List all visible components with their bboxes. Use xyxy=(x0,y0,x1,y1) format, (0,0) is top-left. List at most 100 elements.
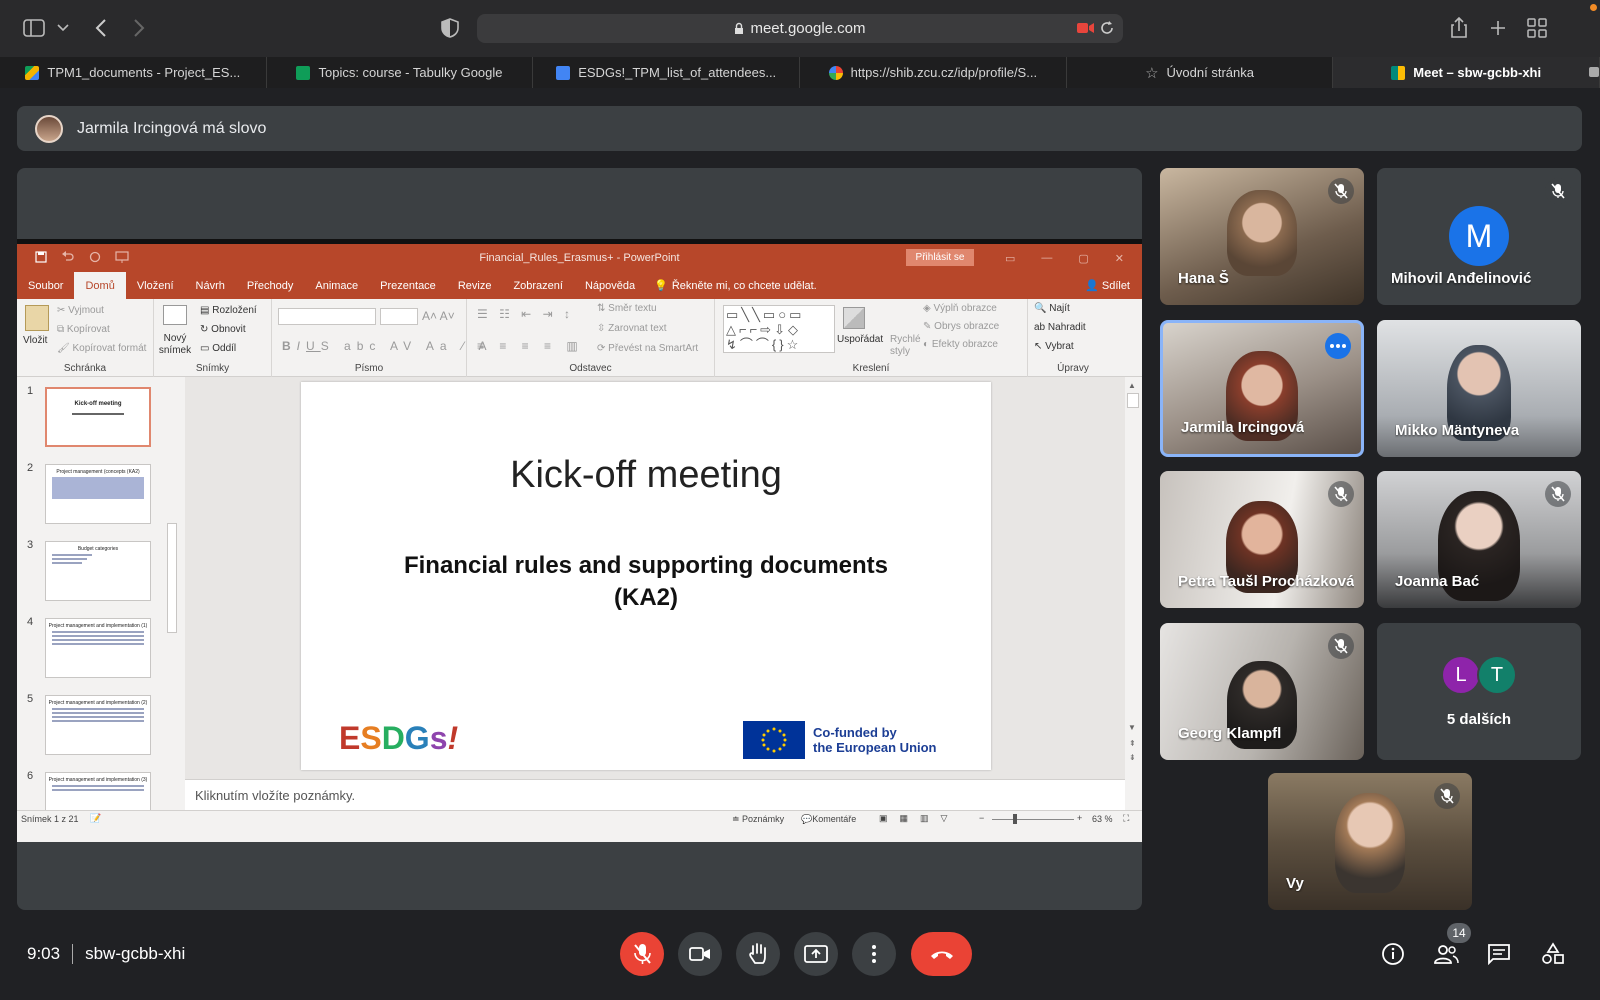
forward-icon[interactable] xyxy=(125,14,153,42)
font-grow-shrink-icon[interactable]: A˄ A˅ xyxy=(422,309,455,323)
scroll-thumb[interactable] xyxy=(1127,393,1139,408)
ribbon-tab-home[interactable]: Domů xyxy=(74,272,126,299)
toggle-camera-button[interactable] xyxy=(678,932,722,976)
smartart-button[interactable]: ⟳ Převést na SmartArt xyxy=(597,343,698,354)
comments-toggle[interactable]: 💬Komentáře xyxy=(801,814,856,825)
slide-scrollbar[interactable]: ▲ ▼ ⇞ ⇟ xyxy=(1125,377,1142,810)
signin-button[interactable]: Přihlásit se xyxy=(906,249,974,266)
others-tile[interactable]: L T 5 dalších xyxy=(1377,623,1581,760)
tab-google-sheets[interactable]: Topics: course - Tabulky Google xyxy=(267,57,534,88)
tab-shibboleth[interactable]: https://shib.zcu.cz/idp/profile/S... xyxy=(800,57,1067,88)
redo-icon[interactable] xyxy=(89,251,101,263)
tab-overview-icon[interactable] xyxy=(1523,14,1551,42)
address-bar[interactable]: meet.google.com xyxy=(477,14,1123,43)
present-screen-button[interactable] xyxy=(794,932,838,976)
zoom-out-icon[interactable]: − xyxy=(979,813,984,823)
find-button[interactable]: 🔍 Najít xyxy=(1034,303,1070,314)
toggle-microphone-button[interactable] xyxy=(620,932,664,976)
align-text-button[interactable]: ⇳ Zarovnat text xyxy=(597,323,667,334)
participant-tile-speaking[interactable]: Jarmila Ircingová xyxy=(1160,320,1364,457)
new-slide-button[interactable]: Nový snímek xyxy=(158,333,192,357)
ribbon-tab-file[interactable]: Soubor xyxy=(17,272,74,299)
ribbon-tab-transitions[interactable]: Přechody xyxy=(236,272,304,299)
layout-button[interactable]: ▤ Rozložení xyxy=(200,305,257,316)
previous-slide-icon[interactable]: ⇞ xyxy=(1129,739,1136,748)
participant-tile[interactable]: Petra Taušl Procházková xyxy=(1160,471,1364,608)
zoom-slider-thumb[interactable] xyxy=(1013,814,1017,824)
notes-toggle[interactable]: ≐ Poznámky xyxy=(732,814,784,825)
participant-tile[interactable]: Mikko Mäntyneva xyxy=(1377,320,1581,457)
zoom-in-icon[interactable]: + xyxy=(1077,813,1082,823)
zoom-slider[interactable] xyxy=(992,819,1074,820)
meeting-details-button[interactable] xyxy=(1379,940,1407,968)
shape-fill-button[interactable]: ◈ Výplň obrazce xyxy=(923,303,997,314)
privacy-shield-icon[interactable] xyxy=(436,14,464,42)
activities-button[interactable] xyxy=(1539,940,1567,968)
text-direction-button[interactable]: ⇅ Směr textu xyxy=(597,303,657,314)
tab-start-page[interactable]: ☆ Úvodní stránka xyxy=(1067,57,1334,88)
reset-button[interactable]: ↻ Obnovit xyxy=(200,324,246,335)
thumbnails-scrollbar[interactable] xyxy=(167,515,179,910)
save-icon[interactable] xyxy=(35,251,47,263)
scroll-up-icon[interactable]: ▲ xyxy=(1128,381,1136,390)
minimize-icon[interactable]: — xyxy=(1041,252,1052,265)
ribbon-tab-help[interactable]: Nápověda xyxy=(574,272,646,299)
self-view-tile[interactable]: Vy xyxy=(1268,773,1472,910)
ribbon-tab-view[interactable]: Zobrazení xyxy=(502,272,574,299)
spellcheck-icon[interactable]: 📝 xyxy=(90,813,101,824)
fit-slide-icon[interactable]: ⛶ xyxy=(1123,813,1129,824)
participant-tile[interactable]: Hana Š xyxy=(1160,168,1364,305)
ribbon-tab-design[interactable]: Návrh xyxy=(185,272,236,299)
participant-tile[interactable]: Joanna Bać xyxy=(1377,471,1581,608)
tell-me-box[interactable]: 💡 Řekněte mi, co chcete udělat. xyxy=(654,279,817,293)
slide-thumbnail-2[interactable]: Project management (concepts (KA2) xyxy=(45,464,151,524)
participant-tile[interactable]: M Mihovil Anđelinović xyxy=(1377,168,1581,305)
alignment-icons[interactable]: ≡ ≡ ≡ ≡ ▥ xyxy=(477,339,584,353)
close-icon[interactable]: ✕ xyxy=(1115,252,1124,265)
paste-icon[interactable] xyxy=(25,305,49,331)
new-slide-icon[interactable] xyxy=(163,305,187,325)
paste-button[interactable]: Vložit xyxy=(23,335,47,346)
list-icons[interactable]: ☰ ☷ ⇤ ⇥ ↕ xyxy=(477,307,574,321)
raise-hand-button[interactable] xyxy=(736,932,780,976)
tab-drive-documents[interactable]: TPM1_documents - Project_ES... xyxy=(0,57,267,88)
chevron-down-icon[interactable] xyxy=(49,14,77,42)
notes-pane[interactable]: Kliknutím vložíte poznámky. xyxy=(185,779,1125,810)
participant-tile[interactable]: Georg Klampfl xyxy=(1160,623,1364,760)
slideshow-icon[interactable] xyxy=(115,251,129,263)
shape-effects-button[interactable]: ◐ Efekty obrazce xyxy=(923,339,998,350)
cut-button[interactable]: ✂ Vyjmout xyxy=(57,305,104,316)
undo-icon[interactable] xyxy=(61,251,75,263)
chat-button[interactable] xyxy=(1485,940,1513,968)
font-name-input[interactable] xyxy=(278,308,376,325)
slide-thumbnail-1[interactable]: Kick-off meeting xyxy=(45,387,151,447)
ribbon-tab-slideshow[interactable]: Prezentace xyxy=(369,272,447,299)
more-options-icon[interactable] xyxy=(1325,333,1351,359)
sidebar-toggle-icon[interactable] xyxy=(20,14,48,42)
reload-icon[interactable] xyxy=(1099,20,1115,36)
scroll-down-icon[interactable]: ▼ xyxy=(1128,723,1136,732)
more-options-button[interactable] xyxy=(852,932,896,976)
slide-thumbnail-6[interactable]: Project management and implementation (3… xyxy=(45,772,151,810)
replace-button[interactable]: ab Nahradit xyxy=(1034,322,1086,333)
new-tab-icon[interactable] xyxy=(1484,14,1512,42)
maximize-icon[interactable]: ▢ xyxy=(1078,252,1088,265)
current-slide[interactable]: Kick-off meeting Financial rules and sup… xyxy=(301,382,991,770)
leave-call-button[interactable] xyxy=(911,932,972,976)
view-buttons[interactable]: ▣▦▥▽ xyxy=(879,813,959,824)
ribbon-tab-insert[interactable]: Vložení xyxy=(126,272,185,299)
ribbon-tab-review[interactable]: Revize xyxy=(447,272,503,299)
arrange-button[interactable]: Uspořádat xyxy=(837,334,883,345)
format-painter-button[interactable]: 🖌 Kopírovat formát xyxy=(57,343,146,354)
shape-outline-button[interactable]: ✎ Obrys obrazce xyxy=(923,321,999,332)
tab-google-meet[interactable]: Meet – sbw-gcbb-xhi xyxy=(1333,57,1600,88)
slide-thumbnail-3[interactable]: Budget categories xyxy=(45,541,151,601)
next-slide-icon[interactable]: ⇟ xyxy=(1129,753,1136,762)
section-button[interactable]: ▭ Oddíl xyxy=(200,343,236,354)
font-style-icons[interactable]: BIUS abc AV Aa ⁄ A xyxy=(282,339,493,353)
camera-recording-icon[interactable] xyxy=(1077,22,1095,34)
ribbon-tab-animations[interactable]: Animace xyxy=(304,272,369,299)
ribbon-display-icon[interactable]: ▭ xyxy=(1005,252,1015,265)
quick-styles-button[interactable]: Rychlé styly xyxy=(890,334,921,358)
share-button[interactable]: 👤 Sdílet xyxy=(1085,279,1130,292)
